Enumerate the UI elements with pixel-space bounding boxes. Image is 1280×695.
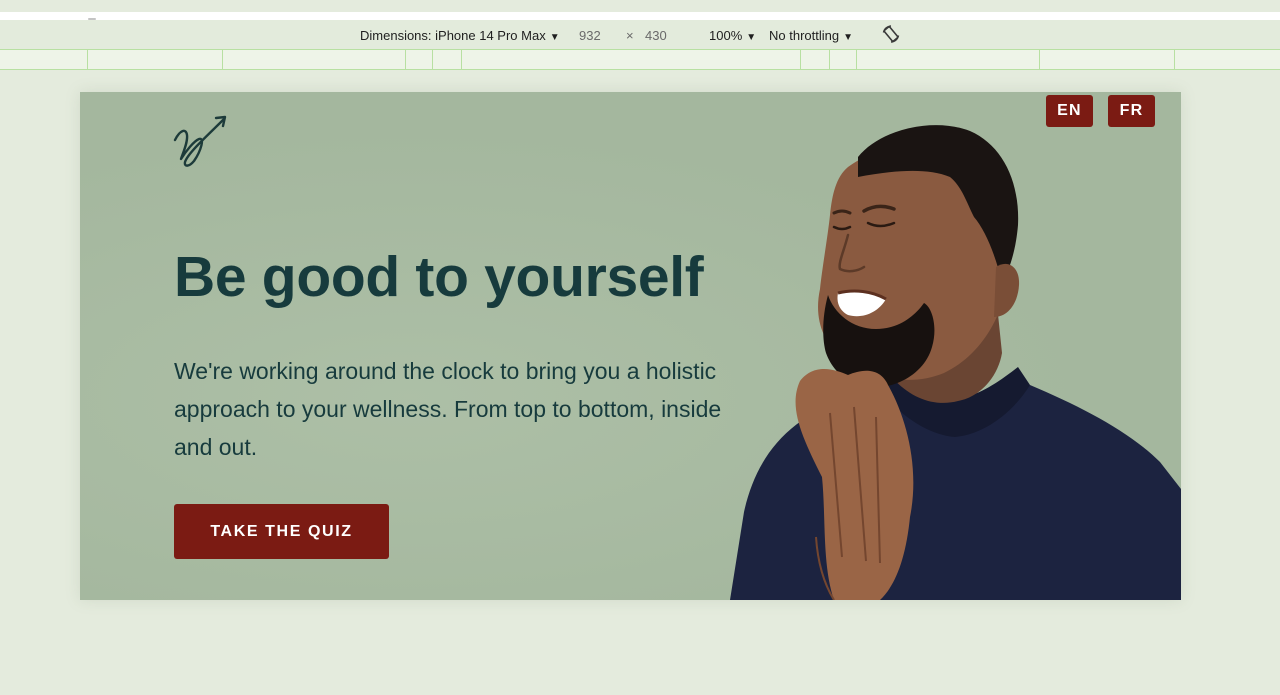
ruler-tick [432,50,433,69]
viewport-width-input[interactable]: 932 [579,28,601,43]
ruler-tick [1039,50,1040,69]
signature-arrow-logo[interactable] [172,113,232,171]
ruler-tick [87,50,88,69]
ruler-tick [829,50,830,69]
hero-section: EN FR Be good to yourself We're working … [80,92,1181,600]
chevron-down-icon: ▼ [843,32,853,43]
hero-description: We're working around the clock to bring … [174,358,722,460]
ruler-tick [405,50,406,69]
ruler-tick [800,50,801,69]
throttling-select[interactable]: No throttling ▼ [769,28,853,45]
device-toolbar: Dimensions: iPhone 14 Pro Max ▼ 932 × 430… [0,20,1280,49]
browser-top-line [0,12,1280,20]
media-query-ruler [0,49,1280,70]
chevron-down-icon: ▼ [746,32,757,43]
hero-title: Be good to yourself [174,245,704,309]
chevron-down-icon: ▼ [549,32,560,43]
smiling-man-photo [730,125,1181,600]
dimension-separator: × [626,28,634,43]
rotate-icon[interactable] [880,23,902,45]
ruler-tick [461,50,462,69]
ruler-tick [1174,50,1175,69]
throttling-label: No throttling [769,28,840,43]
zoom-select[interactable]: 100% ▼ [709,28,756,45]
device-dimensions-select[interactable]: Dimensions: iPhone 14 Pro Max ▼ [360,28,560,45]
ruler-tick [856,50,857,69]
zoom-label: 100% [709,28,743,43]
viewport-height-input[interactable]: 430 [645,28,667,43]
take-the-quiz-button[interactable]: TAKE THE QUIZ [174,504,389,559]
device-dimensions-label: Dimensions: iPhone 14 Pro Max [360,28,546,43]
browser-top-strip [0,0,1280,12]
ruler-tick [222,50,223,69]
